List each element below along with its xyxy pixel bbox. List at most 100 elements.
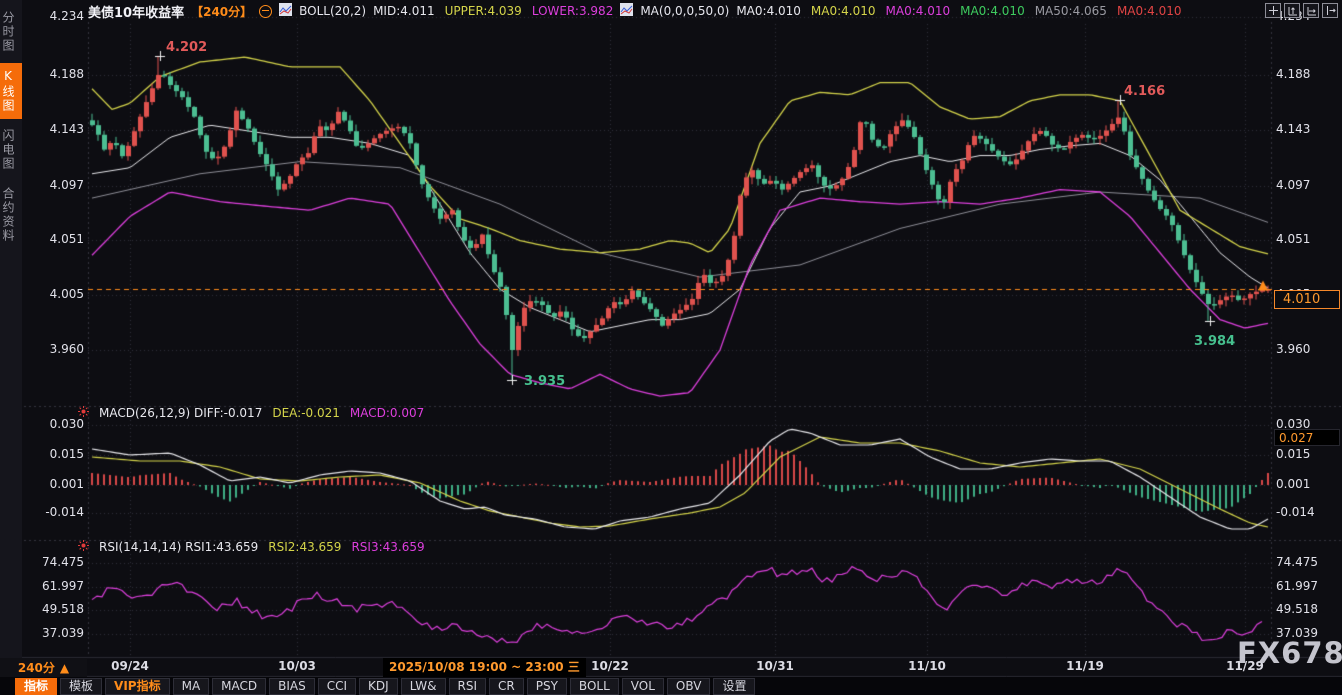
ma-value-4: MA50:4.065 — [1035, 4, 1107, 18]
price-annotation-4.202: 4.202 — [166, 40, 207, 55]
rsi-header-part-0: RSI(14,14,14) RSI1:43.659 — [99, 540, 258, 554]
ma-indicator-icon[interactable] — [620, 3, 633, 19]
rsi-panel-header: RSI(14,14,14) RSI1:43.659 RSI2:43.659 RSI3… — [78, 540, 425, 554]
indicator-settings-icon[interactable] — [78, 406, 89, 420]
boll-indicator-icon[interactable] — [279, 3, 292, 19]
toolbar-item-8[interactable]: LW& — [401, 678, 446, 695]
macd-y-axis-tick: 0.030 — [20, 417, 84, 431]
window-controls — [1265, 3, 1338, 18]
macd-y-axis-tick-right: -0.014 — [1276, 505, 1315, 519]
x-axis-date: 11/10 — [891, 659, 963, 673]
toolbar-item-0[interactable]: 指标 — [15, 678, 57, 695]
main-y-axis-tick-right: 4.097 — [1276, 178, 1310, 192]
macd-y-axis-tick-right: 0.015 — [1276, 447, 1310, 461]
toolbar-item-6[interactable]: CCI — [318, 678, 356, 695]
toolbar-item-11[interactable]: PSY — [527, 678, 567, 695]
boll-label: BOLL(20,2) — [299, 4, 366, 18]
toolbar-item-15[interactable]: 设置 — [713, 678, 755, 695]
macd-y-axis-tick-right: 0.001 — [1276, 477, 1310, 491]
sidebar-item-3[interactable]: 合约资料 — [0, 181, 22, 249]
toolbar-item-2[interactable]: VIP指标 — [105, 678, 170, 695]
scale-vertical-icon[interactable] — [1284, 3, 1300, 18]
ma-label: MA(0,0,0,50,0) — [640, 4, 729, 18]
macd-header-part-1: DEA:-0.021 — [272, 406, 340, 420]
period-label: 240分 — [18, 659, 55, 676]
main-y-axis-tick: 3.960 — [20, 342, 84, 356]
macd-current-value-box: 0.027 — [1274, 429, 1340, 446]
rsi-y-axis-tick-right: 61.997 — [1276, 579, 1318, 593]
main-y-axis-tick-right: 4.143 — [1276, 122, 1310, 136]
main-y-axis-tick: 4.234 — [20, 9, 84, 23]
shift-right-icon[interactable] — [1322, 3, 1338, 18]
main-y-axis-tick: 4.188 — [20, 67, 84, 81]
x-axis-date: 10/03 — [261, 659, 333, 673]
ma-value-5: MA0:4.010 — [1117, 4, 1182, 18]
rsi-header-part-1: RSI2:43.659 — [268, 540, 341, 554]
ma-values: MA0:4.010 MA0:4.010 MA0:4.010 MA0:4.010 MA50… — [736, 4, 1181, 18]
main-y-axis-tick: 4.051 — [20, 232, 84, 246]
boll-value-1: UPPER:4.039 — [445, 4, 522, 18]
price-annotation-4.166: 4.166 — [1124, 84, 1165, 99]
macd-y-axis-tick: -0.014 — [20, 505, 84, 519]
sidebar-item-2[interactable]: 闪电图 — [0, 123, 22, 177]
rsi-y-axis-tick-right: 74.475 — [1276, 555, 1318, 569]
macd-y-axis-tick: 0.001 — [20, 477, 84, 491]
main-y-axis-tick: 4.005 — [20, 287, 84, 301]
rsi-y-axis-tick: 37.039 — [20, 626, 84, 640]
page-title: 美债10年收益率 — [88, 2, 184, 21]
toolbar-item-7[interactable]: KDJ — [359, 678, 398, 695]
toolbar-item-13[interactable]: VOL — [622, 678, 664, 695]
main-y-axis-tick-right: 4.188 — [1276, 67, 1310, 81]
period-tag: 【240分】 — [191, 3, 252, 20]
price-annotation-3.984: 3.984 — [1194, 334, 1235, 349]
toolbar-item-1[interactable]: 模板 — [60, 678, 102, 695]
rsi-header-part-2: RSI3:43.659 — [351, 540, 424, 554]
toolbar-item-10[interactable]: CR — [489, 678, 524, 695]
indicator-settings-icon[interactable] — [78, 540, 89, 554]
toolbar-item-9[interactable]: RSI — [449, 678, 487, 695]
toolbar-item-4[interactable]: MACD — [212, 678, 266, 695]
macd-header-part-2: MACD:0.007 — [350, 406, 424, 420]
sidebar-item-0[interactable]: 分时图 — [0, 5, 22, 59]
macd-panel-header: MACD(26,12,9) DIFF:-0.017 DEA:-0.021 MACD:… — [78, 406, 424, 420]
rsi-y-axis-tick-right: 49.518 — [1276, 602, 1318, 616]
toolbar-item-14[interactable]: OBV — [667, 678, 711, 695]
macd-y-axis-tick: 0.015 — [20, 447, 84, 461]
ma-value-0: MA0:4.010 — [736, 4, 801, 18]
ma-value-1: MA0:4.010 — [811, 4, 876, 18]
rsi-y-axis-tick: 49.518 — [20, 602, 84, 616]
toolbar-item-5[interactable]: BIAS — [269, 678, 315, 695]
ma-value-2: MA0:4.010 — [886, 4, 951, 18]
boll-value-2: LOWER:3.982 — [532, 4, 614, 18]
current-price-box: 4.010 — [1274, 290, 1340, 309]
sidebar-item-1[interactable]: K线图 — [0, 63, 22, 119]
boll-values: MID:4.011 UPPER:4.039 LOWER:3.982 — [373, 4, 613, 18]
rsi-y-axis-tick: 74.475 — [20, 555, 84, 569]
x-axis-date: 09/24 — [94, 659, 166, 673]
toolbar-item-3[interactable]: MA — [173, 678, 210, 695]
sidebar: 分时图 K线图闪电图合约资料 — [0, 0, 22, 658]
main-y-axis-tick-right: 4.051 — [1276, 232, 1310, 246]
main-y-axis-tick-right: 3.960 — [1276, 342, 1310, 356]
expand-arrow-icon: ▲ — [60, 661, 69, 675]
rsi-y-axis-tick: 61.997 — [20, 579, 84, 593]
ma-value-3: MA0:4.010 — [960, 4, 1025, 18]
main-y-axis-tick: 4.143 — [20, 122, 84, 136]
x-axis-date: 11/19 — [1049, 659, 1121, 673]
app-root: 分时图 K线图闪电图合约资料 美债10年收益率 【240分】 BOLL(20,2)… — [0, 0, 1342, 695]
time-tooltip: 2025/10/08 19:00 ~ 23:00 三 — [383, 658, 586, 677]
watermark: FX678 — [1237, 636, 1342, 670]
price-annotation-3.935: 3.935 — [524, 374, 565, 389]
pan-icon[interactable] — [1265, 3, 1281, 18]
chart-header: 美债10年收益率 【240分】 BOLL(20,2) MID:4.011 UPPE… — [88, 0, 1182, 22]
scale-horizontal-icon[interactable] — [1303, 3, 1319, 18]
toolbar-item-12[interactable]: BOLL — [570, 678, 619, 695]
chart-canvas[interactable] — [0, 0, 1342, 695]
period-selector[interactable]: 240分 ▲ — [0, 658, 87, 677]
macd-header-part-0: MACD(26,12,9) DIFF:-0.017 — [99, 406, 262, 420]
main-y-axis-tick: 4.097 — [20, 178, 84, 192]
bottom-toolbar: 指标模板VIP指标MAMACDBIASCCIKDJLW&RSICRPSYBOLL… — [0, 677, 1342, 695]
x-axis-date: 10/31 — [739, 659, 811, 673]
boll-value-0: MID:4.011 — [373, 4, 435, 18]
collapse-icon[interactable] — [259, 5, 272, 18]
